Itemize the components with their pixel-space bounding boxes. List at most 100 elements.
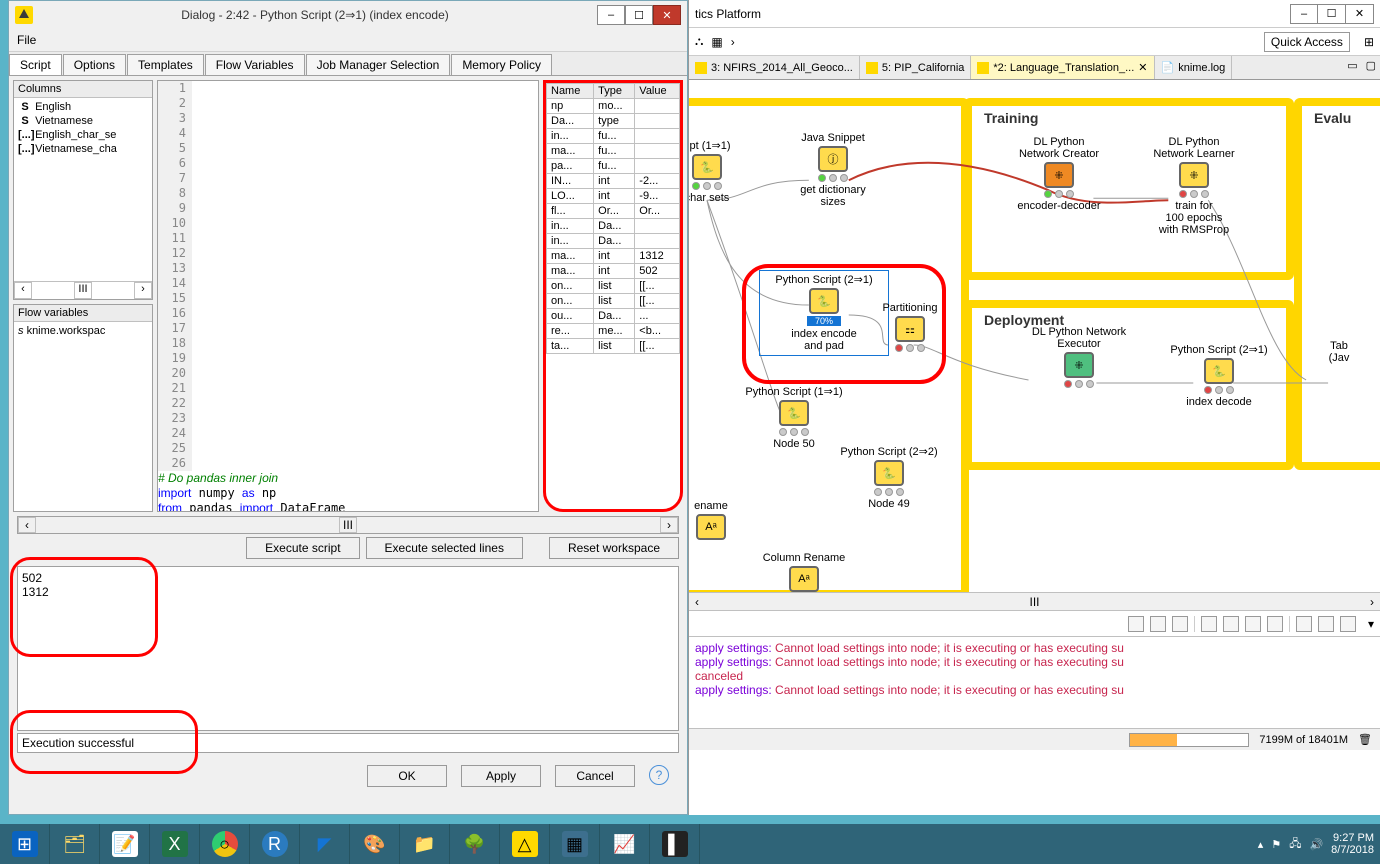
view-icon[interactable] xyxy=(1128,616,1144,632)
tray-clock[interactable]: 9:27 PM 8/7/2018 xyxy=(1331,832,1374,856)
var-row[interactable]: ma...fu... xyxy=(547,144,680,159)
minimize-button[interactable]: – xyxy=(597,5,625,25)
task-notepad[interactable]: 📝 xyxy=(100,824,150,864)
var-row[interactable]: Da...type xyxy=(547,114,680,129)
tab-maximize-icon[interactable]: ▢ xyxy=(1362,56,1380,79)
editor-tab[interactable]: *2: Language_Translation_...✕ xyxy=(971,56,1154,79)
menu-dropdown-icon[interactable]: ▾ xyxy=(1368,617,1374,631)
cancel-button[interactable]: Cancel xyxy=(555,765,635,787)
canvas-hscroll[interactable]: ‹III› xyxy=(689,592,1380,610)
columns-hscroll[interactable]: ‹III› xyxy=(14,281,152,299)
help-icon[interactable]: ? xyxy=(649,765,669,785)
start-button[interactable]: ⊞ xyxy=(0,824,50,864)
vars-col-value[interactable]: Value xyxy=(635,84,680,99)
node-tab-right[interactable]: Tab (Jav xyxy=(1309,340,1369,366)
tab-memory-policy[interactable]: Memory Policy xyxy=(451,54,552,75)
heap-bar[interactable] xyxy=(1129,733,1249,747)
main-toolbar[interactable]: ⛬ ▦ › Quick Access ⊞ xyxy=(689,28,1380,56)
node-python-script-2to1-selected[interactable]: Python Script (2⇒1) 🐍 70% index encode a… xyxy=(759,270,889,356)
vars-col-type[interactable]: Type xyxy=(594,84,635,99)
task-cmd[interactable]: ▌ xyxy=(650,824,700,864)
var-row[interactable]: ta...list[[... xyxy=(547,339,680,354)
tab-options[interactable]: Options xyxy=(63,54,126,75)
task-folder[interactable]: 📁 xyxy=(400,824,450,864)
node-dl-network-learner[interactable]: DL Python Network Learner ⁜ train for 10… xyxy=(1139,136,1249,236)
gc-icon[interactable]: 🗑 xyxy=(1358,733,1372,746)
code-editor[interactable]: 1234567891011121314151617181920212223242… xyxy=(157,80,539,512)
tab-minimize-icon[interactable]: ▭ xyxy=(1343,56,1361,79)
task-r[interactable]: R xyxy=(250,824,300,864)
tray-sound-icon[interactable]: 🔊 xyxy=(1309,838,1323,851)
main-maximize-button[interactable]: ☐ xyxy=(1318,4,1346,24)
tab-job-manager[interactable]: Job Manager Selection xyxy=(306,54,451,75)
execute-script-button[interactable]: Execute script xyxy=(246,537,359,559)
var-row[interactable]: re...me...<b... xyxy=(547,324,680,339)
toolbar-icon[interactable]: ▦ xyxy=(711,35,722,49)
var-row[interactable]: in...Da... xyxy=(547,234,680,249)
var-row[interactable]: on...list[[... xyxy=(547,294,680,309)
task-knime[interactable]: △ xyxy=(500,824,550,864)
code-body[interactable]: # Do pandas inner joinimport numpy as np… xyxy=(158,471,521,512)
node-column-rename[interactable]: Column Rename Aᵃ xyxy=(754,552,854,594)
node-python-script-1to1[interactable]: ript (1⇒1) 🐍 char sets xyxy=(689,140,737,204)
task-weka[interactable]: 🌳 xyxy=(450,824,500,864)
view-icon[interactable] xyxy=(1245,616,1261,632)
node-python-script-2to2[interactable]: Python Script (2⇒2) 🐍 Node 49 xyxy=(834,446,944,510)
node-partitioning[interactable]: Partitioning ⚏ xyxy=(874,302,946,352)
node-dl-network-executor[interactable]: DL Python Network Executor ⁜ xyxy=(1019,326,1139,388)
task-paint[interactable]: 🎨 xyxy=(350,824,400,864)
view-icon[interactable] xyxy=(1318,616,1334,632)
console-view[interactable]: apply settings: apply settings: Cannot l… xyxy=(689,636,1380,728)
task-explorer[interactable]: 🗂 xyxy=(50,824,100,864)
view-icon[interactable] xyxy=(1296,616,1312,632)
var-row[interactable]: LO...int-9... xyxy=(547,189,680,204)
var-row[interactable]: npmo... xyxy=(547,99,680,114)
console-output[interactable]: 502 1312 xyxy=(17,566,679,731)
var-row[interactable]: fl...Or...Or... xyxy=(547,204,680,219)
tab-flow-variables[interactable]: Flow Variables xyxy=(205,54,305,75)
view-icon[interactable] xyxy=(1223,616,1239,632)
var-row[interactable]: ma...int502 xyxy=(547,264,680,279)
main-titlebar[interactable]: tics Platform – ☐ ✕ xyxy=(689,0,1380,28)
view-icon[interactable] xyxy=(1172,616,1188,632)
dialog-menu[interactable]: File xyxy=(9,29,687,52)
tray-up-icon[interactable]: ▴ xyxy=(1258,838,1264,851)
execute-selected-button[interactable]: Execute selected lines xyxy=(366,537,523,559)
node-python-script-2to1-dep[interactable]: Python Script (2⇒1) 🐍 index decode xyxy=(1159,344,1279,408)
perspective-icon[interactable]: ⊞ xyxy=(1364,35,1374,49)
task-excel[interactable]: X xyxy=(150,824,200,864)
view-icon[interactable] xyxy=(1340,616,1356,632)
var-row[interactable]: ma...int1312 xyxy=(547,249,680,264)
main-minimize-button[interactable]: – xyxy=(1290,4,1318,24)
workspace-variables-table[interactable]: Name Type Value npmo...Da...typein...fu.… xyxy=(546,83,680,354)
tray-network-icon[interactable]: 🖧 xyxy=(1289,835,1301,854)
var-row[interactable]: ou...Da...... xyxy=(547,309,680,324)
tab-templates[interactable]: Templates xyxy=(127,54,204,75)
editor-tab[interactable]: 📄knime.log xyxy=(1155,56,1233,79)
editor-tab[interactable]: 5: PIP_California xyxy=(860,56,972,79)
main-close-button[interactable]: ✕ xyxy=(1346,4,1374,24)
workflow-canvas[interactable]: Training Deployment Evalu ript (1⇒1) 🐍 c… xyxy=(689,80,1380,610)
task-chrome[interactable]: ○ xyxy=(200,824,250,864)
var-row[interactable]: IN...int-2... xyxy=(547,174,680,189)
ok-button[interactable]: OK xyxy=(367,765,447,787)
view-icon[interactable] xyxy=(1150,616,1166,632)
node-python-script-1to1-b[interactable]: Python Script (1⇒1) 🐍 Node 50 xyxy=(739,386,849,450)
tab-script[interactable]: Script xyxy=(9,54,62,75)
dialog-titlebar[interactable]: Dialog - 2:42 - Python Script (2⇒1) (ind… xyxy=(9,1,687,29)
quick-access[interactable]: Quick Access xyxy=(1264,32,1350,52)
task-app[interactable]: ▦ xyxy=(550,824,600,864)
editor-tab[interactable]: 3: NFIRS_2014_All_Geoco... xyxy=(689,56,860,79)
var-row[interactable]: in...fu... xyxy=(547,129,680,144)
task-azure[interactable]: ◤ xyxy=(300,824,350,864)
tray-flag-icon[interactable]: ⚑ xyxy=(1271,838,1281,851)
var-row[interactable]: in...Da... xyxy=(547,219,680,234)
system-tray[interactable]: ▴ ⚑ 🖧 🔊 9:27 PM 8/7/2018 xyxy=(1258,832,1380,856)
node-rename-left[interactable]: ename Aᵃ xyxy=(689,500,741,542)
view-icon[interactable] xyxy=(1201,616,1217,632)
toolbar-icon[interactable]: ⛬ xyxy=(695,34,703,49)
flowvars-list[interactable]: s knime.workspac xyxy=(14,322,152,340)
view-icon[interactable] xyxy=(1267,616,1283,632)
reset-workspace-button[interactable]: Reset workspace xyxy=(549,537,679,559)
apply-button[interactable]: Apply xyxy=(461,765,541,787)
